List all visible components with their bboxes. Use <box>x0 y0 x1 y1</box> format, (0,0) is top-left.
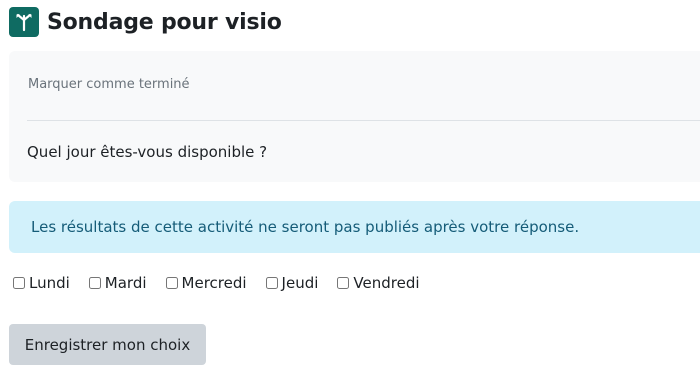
page-title: Sondage pour visio <box>47 9 282 35</box>
choice-options: Lundi Mardi Mercredi Jeudi Vendredi <box>13 274 439 292</box>
activity-info-card <box>9 51 700 182</box>
option-mercredi[interactable]: Mercredi <box>165 274 247 292</box>
option-vendredi[interactable]: Vendredi <box>337 274 420 292</box>
mark-as-done-button[interactable]: Marquer comme terminé <box>28 77 190 92</box>
results-notice-text: Les résultats de cette activité ne seron… <box>31 218 580 236</box>
choice-signpost-icon <box>9 7 39 37</box>
option-checkbox-mercredi[interactable] <box>165 277 178 289</box>
activity-header: Sondage pour visio <box>9 7 282 37</box>
option-checkbox-vendredi[interactable] <box>337 277 350 289</box>
option-label: Mardi <box>104 274 147 292</box>
choice-question: Quel jour êtes-vous disponible ? <box>27 143 268 161</box>
option-checkbox-lundi[interactable] <box>13 277 25 289</box>
results-notice-alert: Les résultats de cette activité ne seron… <box>9 201 700 253</box>
option-jeudi[interactable]: Jeudi <box>265 274 319 292</box>
option-label: Vendredi <box>353 274 420 292</box>
save-choice-button[interactable]: Enregistrer mon choix <box>9 324 206 365</box>
card-divider <box>27 120 700 121</box>
option-checkbox-jeudi[interactable] <box>265 277 278 289</box>
option-mardi[interactable]: Mardi <box>88 274 147 292</box>
option-label: Lundi <box>29 274 70 292</box>
option-lundi[interactable]: Lundi <box>13 274 70 292</box>
option-label: Mercredi <box>181 274 247 292</box>
option-checkbox-mardi[interactable] <box>88 277 101 289</box>
option-label: Jeudi <box>281 274 319 292</box>
choice-activity-page: Sondage pour visio Marquer comme terminé… <box>0 0 700 374</box>
